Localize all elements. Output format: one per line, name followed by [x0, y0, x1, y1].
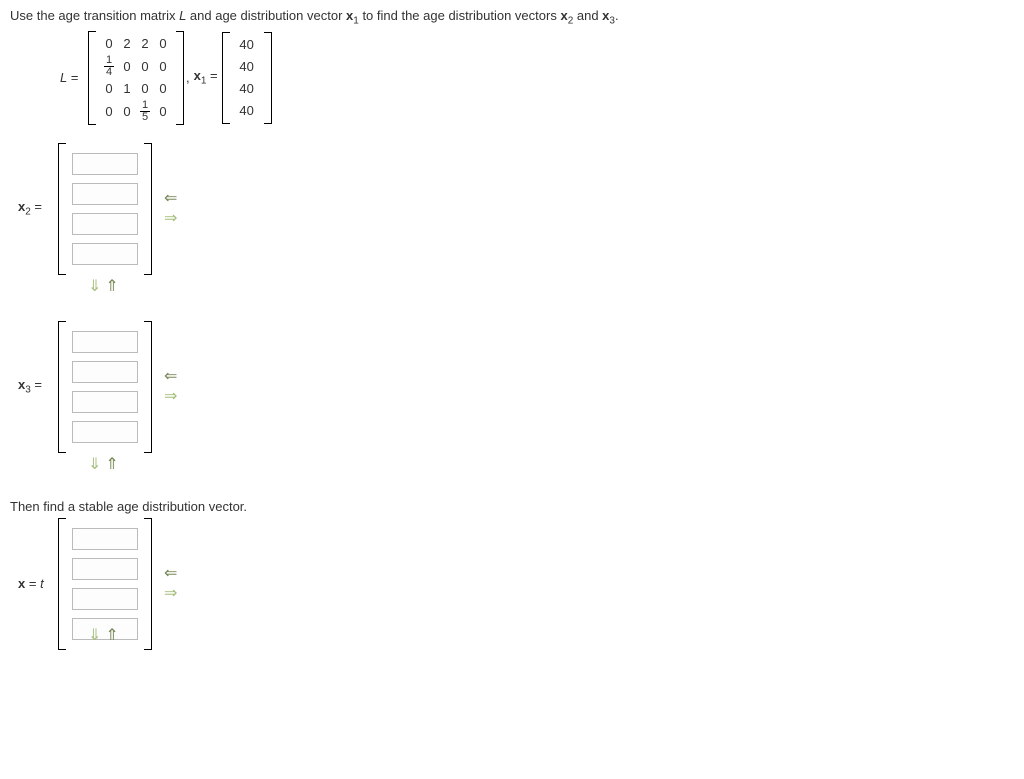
x1-3: 40 — [234, 103, 260, 118]
L-3-2: 15 — [136, 100, 154, 123]
x3-input-2[interactable] — [72, 391, 138, 413]
x3-input-1[interactable] — [72, 361, 138, 383]
add-column-icon[interactable]: ⇒ — [164, 389, 177, 405]
x3-col-arrows: ⇐ ⇒ — [164, 369, 177, 405]
stable-label: x = t — [18, 576, 58, 591]
remove-row-icon[interactable]: ⇑ — [105, 628, 118, 644]
x1-1: 40 — [234, 59, 260, 74]
x3-input-matrix — [58, 321, 152, 453]
L-0-2: 2 — [136, 36, 154, 51]
add-column-icon[interactable]: ⇒ — [164, 586, 177, 602]
L-0-0: 0 — [100, 36, 118, 51]
x2-input-2[interactable] — [72, 213, 138, 235]
x2-input-3[interactable] — [72, 243, 138, 265]
x3-row-arrows: ⇓ ⇑ — [88, 457, 1014, 473]
L-1-2: 0 — [136, 59, 154, 74]
L-2-0: 0 — [100, 81, 118, 96]
comma: , — [186, 70, 190, 85]
prompt-text: . — [615, 8, 619, 23]
L-0-1: 2 — [118, 36, 136, 51]
stable-input-0[interactable] — [72, 528, 138, 550]
remove-column-icon[interactable]: ⇐ — [164, 566, 177, 582]
x1-2: 40 — [234, 81, 260, 96]
L-2-1: 1 — [118, 81, 136, 96]
remove-column-icon[interactable]: ⇐ — [164, 191, 177, 207]
prompt-text: and — [573, 8, 602, 23]
L-3-0: 0 — [100, 104, 118, 119]
x3-input-3[interactable] — [72, 421, 138, 443]
x2-col-arrows: ⇐ ⇒ — [164, 191, 177, 227]
L-3-3: 0 — [154, 104, 172, 119]
add-row-icon[interactable]: ⇓ — [88, 628, 101, 644]
x1-label: x1 = — [194, 68, 218, 87]
stable-col-arrows: ⇐ ⇒ — [164, 566, 177, 602]
x3-answer-group: x3 = ⇐ ⇒ — [18, 321, 1014, 453]
sym-x2: x — [560, 8, 567, 23]
stable-input-2[interactable] — [72, 588, 138, 610]
add-row-icon[interactable]: ⇓ — [88, 279, 101, 295]
x2-row-arrows: ⇓ ⇑ — [88, 279, 1014, 295]
x1-0: 40 — [234, 37, 260, 52]
prompt-text: to find the age distribution vectors — [359, 8, 561, 23]
stable-row-arrows: ⇓ ⇑ — [88, 628, 1014, 644]
L-1-0: 14 — [100, 55, 118, 78]
stable-input-1[interactable] — [72, 558, 138, 580]
L-2-2: 0 — [136, 81, 154, 96]
given-equations: L = 0 2 2 0 14 0 0 0 0 1 0 0 0 — [60, 31, 1014, 125]
x3-label: x3 = — [18, 377, 58, 396]
remove-column-icon[interactable]: ⇐ — [164, 369, 177, 385]
question-prompt: Use the age transition matrix L and age … — [10, 8, 1014, 27]
L-2-3: 0 — [154, 81, 172, 96]
prompt-text: and age distribution vector — [186, 8, 346, 23]
prompt-text: Use the age transition matrix — [10, 8, 179, 23]
x2-input-matrix — [58, 143, 152, 275]
L-label: L = — [60, 70, 88, 85]
add-row-icon[interactable]: ⇓ — [88, 457, 101, 473]
L-0-3: 0 — [154, 36, 172, 51]
x2-input-0[interactable] — [72, 153, 138, 175]
L-1-1: 0 — [118, 59, 136, 74]
add-column-icon[interactable]: ⇒ — [164, 211, 177, 227]
remove-row-icon[interactable]: ⇑ — [105, 279, 118, 295]
L-3-1: 0 — [118, 104, 136, 119]
x3-input-0[interactable] — [72, 331, 138, 353]
vector-x1: 40 40 40 40 — [222, 32, 272, 124]
stable-prompt: Then find a stable age distribution vect… — [10, 499, 1014, 514]
x2-answer-group: x2 = ⇐ ⇒ — [18, 143, 1014, 275]
x2-input-1[interactable] — [72, 183, 138, 205]
L-1-3: 0 — [154, 59, 172, 74]
matrix-L: 0 2 2 0 14 0 0 0 0 1 0 0 0 0 15 0 — [88, 31, 184, 125]
x2-label: x2 = — [18, 199, 58, 218]
remove-row-icon[interactable]: ⇑ — [105, 457, 118, 473]
